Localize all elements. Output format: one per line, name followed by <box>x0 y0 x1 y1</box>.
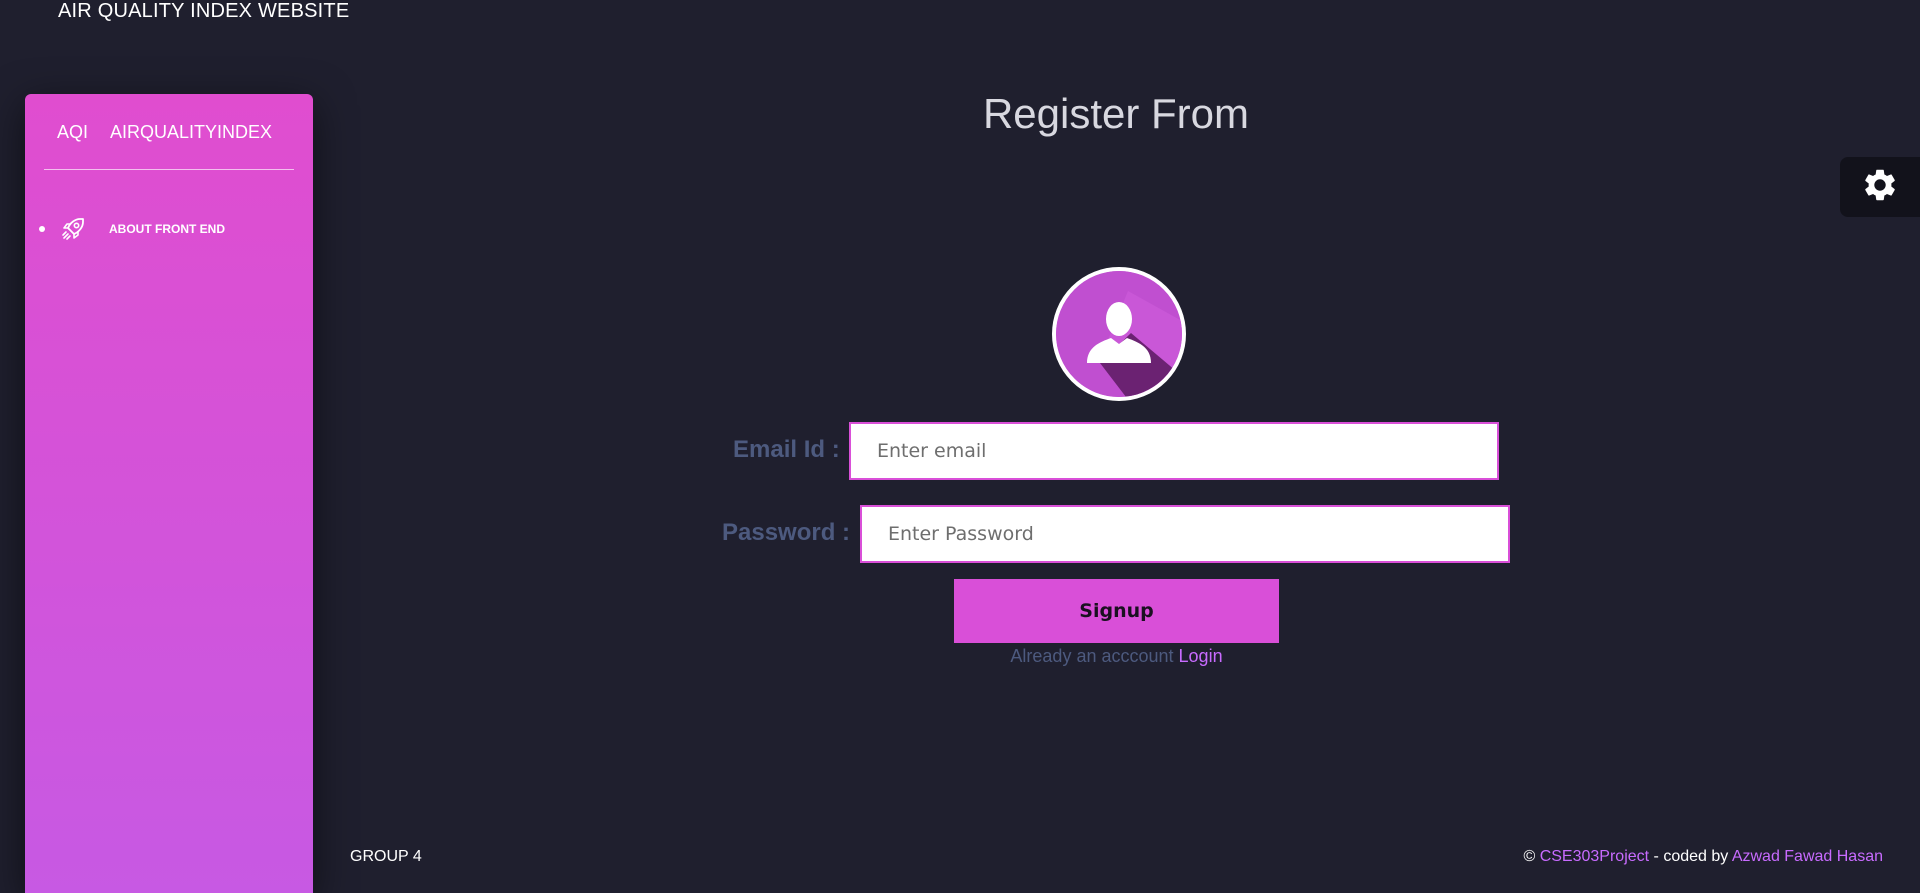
brand-short: AQI <box>57 122 89 142</box>
copyright-symbol: © <box>1523 848 1536 865</box>
user-avatar-icon <box>1052 267 1186 401</box>
page: AIR QUALITY INDEX WEBSITE AQI AIRQUALITY… <box>0 0 1920 893</box>
page-title: Register From <box>982 90 1250 137</box>
email-field[interactable] <box>849 422 1499 480</box>
brand-long: AIRQUALITYINDEX <box>110 122 273 142</box>
settings-button[interactable] <box>1840 157 1920 217</box>
gear-icon <box>1861 166 1899 209</box>
sidebar-brand[interactable]: AQI AIRQUALITYINDEX <box>57 122 272 143</box>
signup-button[interactable]: Signup <box>954 579 1279 643</box>
login-prompt-text: Already an acccount <box>1010 646 1174 666</box>
site-title: AIR QUALITY INDEX WEBSITE <box>58 0 350 22</box>
footer-credits: © CSE303Project - coded by Azwad Fawad H… <box>1523 848 1883 866</box>
sidebar-item-about-front-end[interactable]: ABOUT FRONT END <box>39 212 299 246</box>
author-link[interactable]: Azwad Fawad Hasan <box>1732 848 1883 865</box>
login-link[interactable]: Login <box>1179 646 1223 666</box>
sidebar-item-label: ABOUT FRONT END <box>109 222 225 236</box>
password-label: Password : <box>722 519 851 546</box>
email-label: Email Id : <box>733 436 840 463</box>
rocket-icon <box>59 215 87 243</box>
active-dot <box>39 226 45 232</box>
project-link[interactable]: CSE303Project <box>1540 848 1649 865</box>
login-prompt: Already an acccount Login <box>954 646 1279 667</box>
sidebar: AQI AIRQUALITYINDEX ABOUT FRONT END <box>25 94 313 893</box>
sidebar-divider <box>44 169 294 170</box>
footer-group: GROUP 4 <box>350 848 422 865</box>
password-field[interactable] <box>860 505 1510 563</box>
coded-by-text: - coded by <box>1649 848 1732 865</box>
